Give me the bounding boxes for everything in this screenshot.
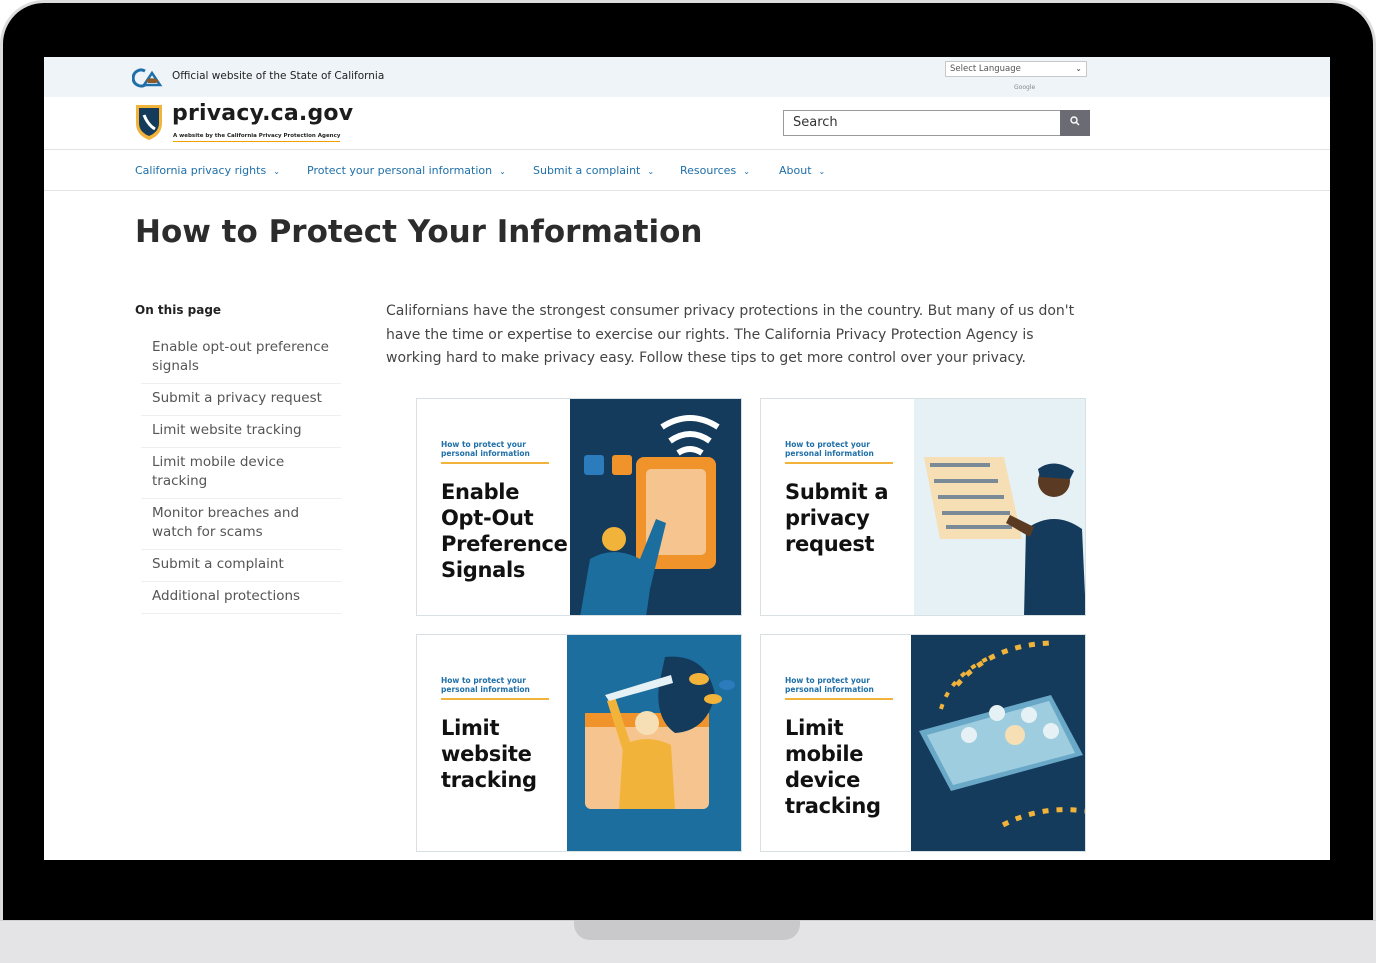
on-this-page-heading: On this page — [135, 303, 222, 317]
card-eyebrow: How to protect your personal information — [441, 676, 549, 700]
chevron-down-icon: ⌄ — [273, 167, 280, 176]
card-eyebrow: How to protect your personal information — [785, 440, 893, 464]
nav-item-resources[interactable]: Resources ⌄ — [680, 164, 750, 177]
intro-paragraph: Californians have the strongest consumer… — [386, 303, 1075, 366]
browser-viewport: Official website of the State of Califor… — [44, 57, 1330, 860]
card-title: Submit a privacy request — [785, 480, 889, 556]
card-title: Limit website tracking — [441, 716, 537, 792]
search-icon — [1070, 116, 1080, 126]
google-translate-mark: Google — [1014, 84, 1036, 91]
card-eyebrow: How to protect your personal information — [441, 440, 549, 464]
otp-link-breaches-scams[interactable]: Monitor breaches and watch for scams — [141, 499, 341, 550]
mobile-tracking-illustration — [911, 635, 1085, 851]
chevron-down-icon: ⌄ — [743, 167, 750, 176]
ca-gov-logo-icon[interactable] — [132, 67, 166, 89]
chevron-down-icon: ⌄ — [499, 167, 506, 176]
search-placeholder: Search — [793, 115, 838, 130]
chevron-down-icon: ⌄ — [818, 167, 826, 176]
nav-item-submit-complaint[interactable]: Submit a complaint ⌄ — [533, 164, 654, 177]
card-eyebrow: How to protect your personal information — [785, 676, 893, 700]
on-this-page-list: Enable opt-out preference signals Submit… — [141, 333, 341, 614]
language-select[interactable]: Select Language ⌄ — [945, 61, 1087, 77]
nav-item-label: California privacy rights — [135, 164, 267, 177]
page-title: How to Protect Your Information — [135, 214, 703, 250]
nav-item-protect-personal-information[interactable]: Protect your personal information ⌄ — [307, 164, 506, 177]
search-button[interactable] — [1060, 110, 1090, 136]
site-header: privacy.ca.gov A website by the Californ… — [44, 97, 1330, 150]
card-website-tracking[interactable]: How to protect your personal information… — [416, 634, 742, 852]
chevron-down-icon: ⌄ — [647, 167, 655, 176]
shield-logo-icon[interactable] — [134, 103, 164, 141]
nav-item-label: About — [779, 164, 812, 177]
utility-bar: Official website of the State of Califor… — [44, 57, 1330, 97]
main-nav: California privacy rights ⌄ Protect your … — [44, 150, 1330, 191]
nav-item-label: Protect your personal information — [307, 164, 493, 177]
site-name[interactable]: privacy.ca.gov — [172, 101, 353, 126]
otp-link-opt-out-signals[interactable]: Enable opt-out preference signals — [141, 333, 341, 384]
otp-link-submit-complaint[interactable]: Submit a complaint — [141, 550, 341, 582]
card-title: Enable Opt-Out Preference Signals — [441, 480, 568, 582]
card-title: Limit mobile device tracking — [785, 716, 881, 818]
nav-item-label: Submit a complaint — [533, 164, 641, 177]
otp-link-additional-protections[interactable]: Additional protections — [141, 582, 341, 614]
nav-item-label: Resources — [680, 164, 737, 177]
nav-item-about[interactable]: About ⌄ — [779, 164, 825, 177]
otp-link-website-tracking[interactable]: Limit website tracking — [141, 416, 341, 448]
card-privacy-request[interactable]: How to protect your personal information… — [760, 398, 1086, 616]
opt-out-signal-illustration — [570, 399, 741, 615]
card-opt-out-signals[interactable]: How to protect your personal information… — [416, 398, 742, 616]
site-tagline: A website by the California Privacy Prot… — [173, 133, 341, 142]
language-select-value: Select Language — [950, 64, 1021, 74]
otp-link-privacy-request[interactable]: Submit a privacy request — [141, 384, 341, 416]
otp-link-mobile-tracking[interactable]: Limit mobile device tracking — [141, 448, 341, 499]
search-input[interactable]: Search — [783, 110, 1062, 136]
nav-item-california-privacy-rights[interactable]: California privacy rights ⌄ — [135, 164, 280, 177]
card-mobile-tracking[interactable]: How to protect your personal information… — [760, 634, 1086, 852]
website-tracking-illustration — [567, 635, 741, 851]
official-website-text: Official website of the State of Califor… — [172, 70, 385, 82]
chevron-down-icon: ⌄ — [1075, 64, 1082, 73]
laptop-notch — [574, 920, 800, 940]
privacy-request-illustration — [914, 399, 1085, 615]
